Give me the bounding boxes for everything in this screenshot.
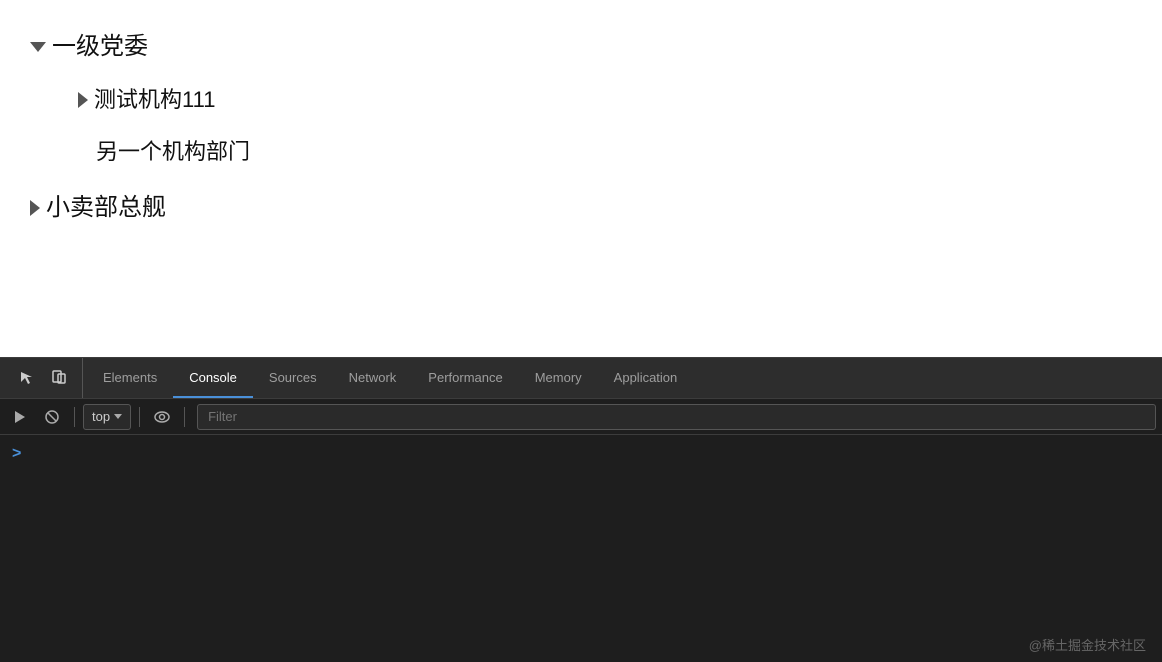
tree-item-root[interactable]: 一级党委	[30, 20, 1132, 74]
play-icon	[13, 410, 27, 424]
tree-item-child1[interactable]: 测试机构111	[78, 74, 1132, 125]
tree-children: 测试机构111 另一个机构部门	[30, 74, 1132, 176]
console-prompt-line: >	[12, 441, 1150, 467]
tree-item-sibling[interactable]: 小卖部总舰	[30, 181, 1132, 235]
console-caret: >	[12, 445, 21, 463]
toolbar-divider-2	[139, 407, 140, 427]
clear-icon	[44, 409, 60, 425]
webpage-content: 一级党委 测试机构111 另一个机构部门 小卖部总舰	[0, 0, 1162, 357]
toolbar-divider-1	[74, 407, 75, 427]
context-selector[interactable]: top	[83, 404, 131, 430]
expand-icon-root	[30, 42, 46, 52]
devtools-toolbar: top	[0, 399, 1162, 435]
clear-button[interactable]	[38, 403, 66, 431]
console-content[interactable]: > @稀土掘金技术社区	[0, 435, 1162, 662]
tab-elements[interactable]: Elements	[87, 358, 173, 398]
watermark-text: @稀土掘金技术社区	[1029, 635, 1146, 654]
devtools-panel: Elements Console Sources Network Perform…	[0, 357, 1162, 662]
expand-icon-child1	[78, 92, 88, 108]
tab-network[interactable]: Network	[333, 358, 413, 398]
eye-icon	[154, 411, 170, 423]
expand-icon-sibling	[30, 200, 40, 216]
tree-item-root-label: 一级党委	[52, 28, 148, 66]
tree-item-child1-label: 测试机构111	[94, 82, 215, 117]
tab-performance[interactable]: Performance	[412, 358, 518, 398]
tab-icon-group	[4, 358, 83, 398]
tab-memory[interactable]: Memory	[519, 358, 598, 398]
tree-item-child2-label: 另一个机构部门	[96, 134, 250, 169]
toolbar-divider-3	[184, 407, 185, 427]
tree-item-child2[interactable]: 另一个机构部门	[78, 126, 1132, 177]
play-button[interactable]	[6, 403, 34, 431]
devtools-tabs-bar: Elements Console Sources Network Perform…	[0, 358, 1162, 399]
device-icon	[51, 370, 67, 386]
inspect-icon-btn[interactable]	[12, 363, 42, 393]
tab-console[interactable]: Console	[173, 358, 253, 398]
filter-input[interactable]	[197, 404, 1156, 430]
tree-item-sibling-label: 小卖部总舰	[46, 189, 166, 227]
eye-button[interactable]	[148, 403, 176, 431]
device-icon-btn[interactable]	[44, 363, 74, 393]
chevron-down-icon	[114, 414, 122, 419]
inspect-icon	[19, 370, 35, 386]
tree-container: 一级党委 测试机构111 另一个机构部门 小卖部总舰	[30, 20, 1132, 235]
tab-sources[interactable]: Sources	[253, 358, 333, 398]
tab-application[interactable]: Application	[598, 358, 694, 398]
context-selector-label: top	[92, 409, 110, 424]
